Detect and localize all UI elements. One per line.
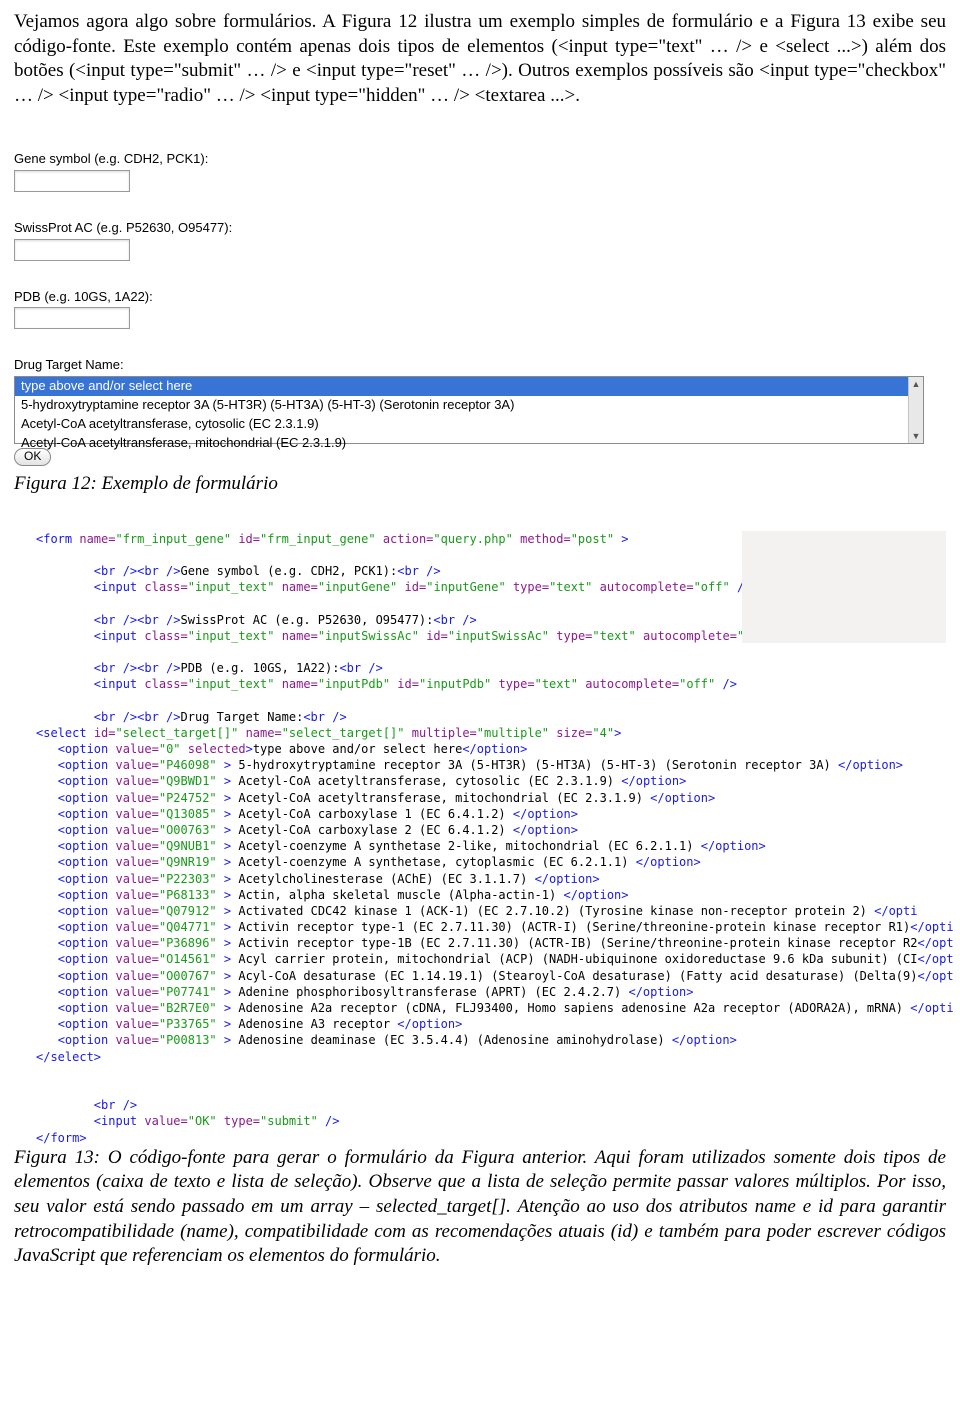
select-option[interactable]: Acetyl-CoA acetyltransferase, cytosolic … (15, 415, 923, 434)
scroll-up-icon[interactable]: ▲ (909, 377, 923, 391)
figure-12-form: Gene symbol (e.g. CDH2, PCK1): SwissProt… (14, 151, 946, 466)
label-gene: Gene symbol (e.g. CDH2, PCK1): (14, 151, 946, 168)
label-target: Drug Target Name: (14, 357, 946, 374)
figure-13-caption: Figura 13: O código-fonte para gerar o f… (14, 1146, 946, 1269)
select-option[interactable]: Acetyl-CoA acetyltransferase, mitochondr… (15, 434, 923, 453)
select-target[interactable]: type above and/or select here 5-hydroxyt… (14, 376, 924, 444)
scroll-down-icon[interactable]: ▼ (909, 429, 923, 443)
select-option[interactable]: type above and/or select here (15, 377, 923, 396)
input-gene[interactable] (14, 170, 130, 192)
select-option[interactable]: 5-hydroxytryptamine receptor 3A (5-HT3R)… (15, 396, 923, 415)
scrollbar[interactable]: ▲ ▼ (908, 377, 923, 443)
input-swiss[interactable] (14, 239, 130, 261)
code-shadow (742, 531, 946, 643)
figure-12-caption: Figura 12: Exemplo de formulário (14, 472, 946, 497)
intro-paragraph: Vejamos agora algo sobre formulários. A … (14, 10, 946, 109)
label-pdb: PDB (e.g. 10GS, 1A22): (14, 289, 946, 306)
label-swiss: SwissProt AC (e.g. P52630, O95477): (14, 220, 946, 237)
input-pdb[interactable] (14, 307, 130, 329)
